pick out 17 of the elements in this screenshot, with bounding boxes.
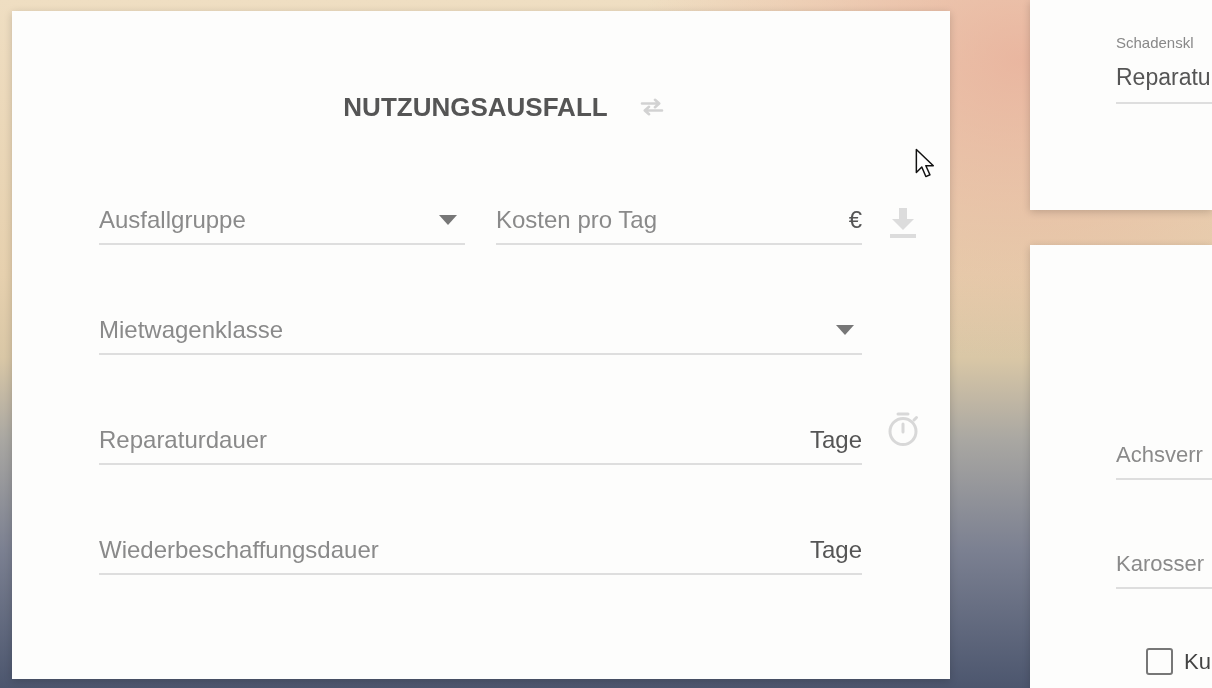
stopwatch-icon[interactable] [887,412,919,446]
input-field[interactable]: Wiederbeschaffungsdauer Tage [99,535,862,575]
unit-label: Tage [809,425,862,455]
input-field[interactable]: Reparaturdauer Tage [99,425,862,465]
mouse-pointer-icon [915,148,934,178]
swap-arrows-icon[interactable] [638,98,665,116]
unit-label: Tage [809,535,862,565]
checkbox[interactable] [1146,648,1173,675]
text-field[interactable]: Schadenskl Reparatu [1116,33,1212,104]
caret-down-icon [439,215,457,225]
caret-down-icon [836,325,854,335]
checkbox-label: Ku [1184,648,1211,675]
download-icon[interactable] [890,208,916,238]
card-title: NUTZUNGSAUSFALL [343,91,608,123]
field-label: Schadenskl [1116,33,1195,53]
input-field[interactable]: Kosten pro Tag € [496,205,862,245]
unit-label: € [848,205,862,235]
